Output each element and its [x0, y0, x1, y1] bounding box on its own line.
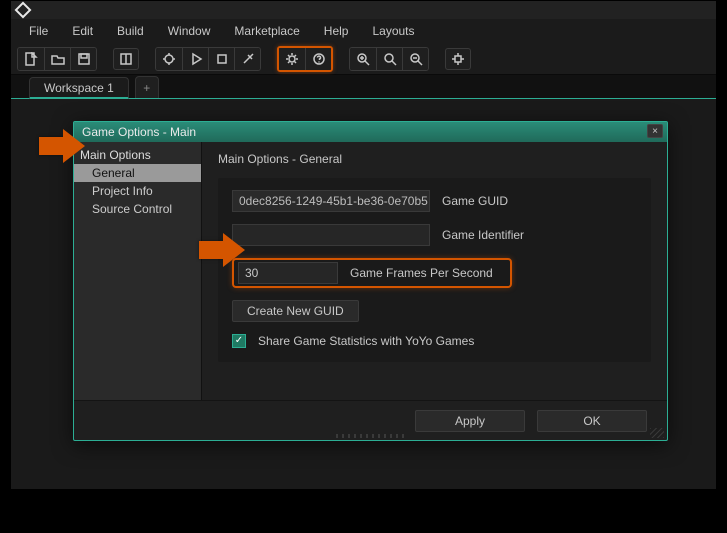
open-icon[interactable]	[44, 48, 70, 70]
game-identifier-label: Game Identifier	[442, 228, 524, 242]
options-tree: Main Options General Project Info Source…	[74, 142, 202, 400]
game-options-dialog: Game Options - Main × Main Options Gener…	[73, 121, 668, 441]
dialog-footer: Apply OK	[74, 400, 667, 440]
game-fps-label: Game Frames Per Second	[350, 266, 493, 280]
package-icon[interactable]	[113, 48, 139, 70]
help-icon[interactable]	[305, 48, 331, 70]
zoom-reset-icon[interactable]	[376, 48, 402, 70]
work-area: Game Options - Main × Main Options Gener…	[11, 99, 716, 489]
save-icon[interactable]	[70, 48, 96, 70]
app-window: File Edit Build Window Marketplace Help …	[10, 0, 717, 490]
app-logo-icon	[15, 2, 32, 19]
ok-button[interactable]: OK	[537, 410, 647, 432]
zoom-in-icon[interactable]	[350, 48, 376, 70]
tree-root-main-options[interactable]: Main Options	[74, 146, 201, 164]
new-file-icon[interactable]	[18, 48, 44, 70]
game-guid-label: Game GUID	[442, 194, 508, 208]
menu-window[interactable]: Window	[156, 20, 223, 42]
menu-help[interactable]: Help	[312, 20, 361, 42]
menu-layouts[interactable]: Layouts	[360, 20, 426, 42]
titlebar	[11, 1, 716, 19]
pane-heading: Main Options - General	[218, 152, 651, 166]
dialog-titlebar[interactable]: Game Options - Main ×	[74, 122, 667, 142]
share-stats-label: Share Game Statistics with YoYo Games	[258, 334, 474, 348]
create-new-guid-button[interactable]: Create New GUID	[232, 300, 359, 322]
docking-icon[interactable]	[445, 48, 471, 70]
options-group-highlight	[277, 46, 333, 72]
game-identifier-input[interactable]	[232, 224, 430, 246]
debug-icon[interactable]	[156, 48, 182, 70]
tree-item-general[interactable]: General	[74, 164, 201, 182]
menu-file[interactable]: File	[17, 20, 60, 42]
zoom-out-icon[interactable]	[402, 48, 428, 70]
stop-icon[interactable]	[208, 48, 234, 70]
dialog-body: Main Options General Project Info Source…	[74, 142, 667, 400]
tab-new-button[interactable]: +	[135, 76, 159, 98]
tree-item-source-control[interactable]: Source Control	[74, 200, 201, 218]
apply-button[interactable]: Apply	[415, 410, 525, 432]
settings-icon[interactable]	[279, 48, 305, 70]
game-guid-input[interactable]: 0dec8256-1249-45b1-be36-0e70b5	[232, 190, 430, 212]
dialog-close-button[interactable]: ×	[647, 124, 663, 138]
menubar: File Edit Build Window Marketplace Help …	[11, 19, 716, 43]
share-stats-checkbox[interactable]: ✓	[232, 334, 246, 348]
fps-row-highlight: 30 Game Frames Per Second	[232, 258, 512, 288]
menu-build[interactable]: Build	[105, 20, 156, 42]
game-fps-input[interactable]: 30	[238, 262, 338, 284]
dialog-title-text: Game Options - Main	[82, 125, 196, 139]
resize-grip-bottom-icon[interactable]	[336, 434, 406, 438]
play-icon[interactable]	[182, 48, 208, 70]
tabstrip: Workspace 1 +	[11, 75, 716, 99]
options-pane: Main Options - General 0dec8256-1249-45b…	[202, 142, 667, 400]
menu-edit[interactable]: Edit	[60, 20, 105, 42]
clean-icon[interactable]	[234, 48, 260, 70]
menu-marketplace[interactable]: Marketplace	[222, 20, 311, 42]
tab-workspace-1[interactable]: Workspace 1	[29, 77, 129, 99]
general-fields: 0dec8256-1249-45b1-be36-0e70b5 Game GUID…	[218, 178, 651, 362]
toolbar	[11, 43, 716, 75]
resize-grip-corner-icon[interactable]	[650, 428, 664, 438]
tree-item-project-info[interactable]: Project Info	[74, 182, 201, 200]
